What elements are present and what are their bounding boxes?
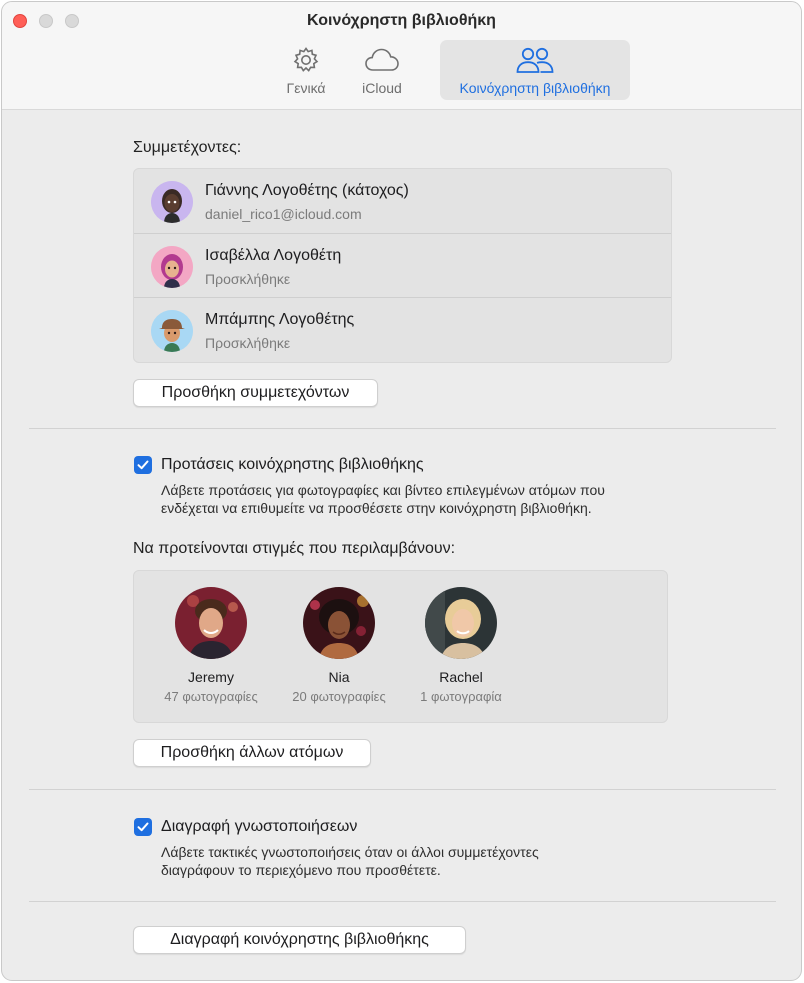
deletion-description-line1: Λάβετε τακτικές γνωστοποιήσεις όταν οι ά… xyxy=(161,844,539,860)
delete-shared-library-button[interactable]: Διαγραφή κοινόχρηστης βιβλιοθήκης xyxy=(133,926,466,954)
avatar xyxy=(151,181,193,223)
participant-name: Ισαβέλλα Λογοθέτη xyxy=(205,247,342,264)
tab-general[interactable]: Γενικά xyxy=(280,40,332,100)
person-name: Nia xyxy=(328,669,350,685)
participant-status: Προσκλήθηκε xyxy=(205,335,291,351)
deletion-notifications-label[interactable]: Διαγραφή γνωστοποιήσεων xyxy=(161,818,357,836)
add-other-people-button[interactable]: Προσθήκη άλλων ατόμων xyxy=(133,739,371,767)
moments-title: Να προτείνονται στιγμές που περιλαμβάνου… xyxy=(133,540,456,557)
participant-email: daniel_rico1@icloud.com xyxy=(205,206,362,222)
cloud-icon xyxy=(364,44,400,76)
preferences-window: Κοινόχρηστη βιβλιοθήκη Γενικά iCloud Κοι… xyxy=(1,1,802,981)
tab-icloud[interactable]: iCloud xyxy=(354,40,410,100)
suggestions-description-line1: Λάβετε προτάσεις για φωτογραφίες και βίν… xyxy=(161,482,605,498)
divider xyxy=(29,428,776,429)
person-name: Rachel xyxy=(439,669,483,685)
deletion-notifications-checkbox[interactable] xyxy=(134,818,152,836)
participant-row[interactable]: Ισαβέλλα Λογοθέτη Προσκλήθηκε xyxy=(134,233,671,297)
person-photo-count: 20 φωτογραφίες xyxy=(292,689,386,704)
participant-name: Γιάννης Λογοθέτης (κάτοχος) xyxy=(205,182,409,199)
avatar xyxy=(151,246,193,288)
suggestions-description-line2: ενδέχεται να επιθυμείτε να προσθέσετε στ… xyxy=(161,500,592,516)
participant-row[interactable]: Μπάμπης Λογοθέτης Προσκλήθηκε xyxy=(134,297,671,361)
tab-general-label: Γενικά xyxy=(286,80,326,96)
people-icon xyxy=(515,44,555,76)
person-item[interactable]: Rachel 1 φωτογραφία xyxy=(401,587,521,704)
participant-status: Προσκλήθηκε xyxy=(205,271,291,287)
tab-icloud-label: iCloud xyxy=(362,80,402,96)
checkmark-icon xyxy=(137,460,149,470)
person-photo xyxy=(303,587,375,659)
gear-icon xyxy=(291,44,321,76)
participant-row[interactable]: Γιάννης Λογοθέτης (κάτοχος) daniel_rico1… xyxy=(134,169,671,233)
deletion-description-line2: διαγράφουν το περιεχόμενο που προσθέτετε… xyxy=(161,862,441,878)
participants-title: Συμμετέχοντες: xyxy=(133,139,242,156)
participant-name: Μπάμπης Λογοθέτης xyxy=(205,311,355,328)
person-item[interactable]: Nia 20 φωτογραφίες xyxy=(279,587,399,704)
title-bar: Κοινόχρηστη βιβλιοθήκη Γενικά iCloud Κοι… xyxy=(2,2,801,110)
tab-shared-library-label: Κοινόχρηστη βιβλιοθήκη xyxy=(459,80,611,96)
window-title: Κοινόχρηστη βιβλιοθήκη xyxy=(307,12,496,29)
person-photo xyxy=(175,587,247,659)
tab-shared-library[interactable]: Κοινόχρηστη βιβλιοθήκη xyxy=(440,40,630,100)
suggestions-checkbox[interactable] xyxy=(134,456,152,474)
add-participants-button[interactable]: Προσθήκη συμμετεχόντων xyxy=(133,379,378,407)
person-item[interactable]: Jeremy 47 φωτογραφίες xyxy=(151,587,271,704)
person-photo xyxy=(425,587,497,659)
divider xyxy=(29,901,776,902)
person-name: Jeremy xyxy=(188,669,234,685)
avatar xyxy=(151,310,193,352)
person-photo-count: 47 φωτογραφίες xyxy=(164,689,258,704)
suggestions-label[interactable]: Προτάσεις κοινόχρηστης βιβλιοθήκης xyxy=(161,456,424,474)
suggested-people-panel: Jeremy 47 φωτογραφίες Nia 20 φωτογραφίες xyxy=(133,570,668,723)
participants-list: Γιάννης Λογοθέτης (κάτοχος) daniel_rico1… xyxy=(133,168,672,363)
checkmark-icon xyxy=(137,822,149,832)
person-photo-count: 1 φωτογραφία xyxy=(420,689,502,704)
divider xyxy=(29,789,776,790)
